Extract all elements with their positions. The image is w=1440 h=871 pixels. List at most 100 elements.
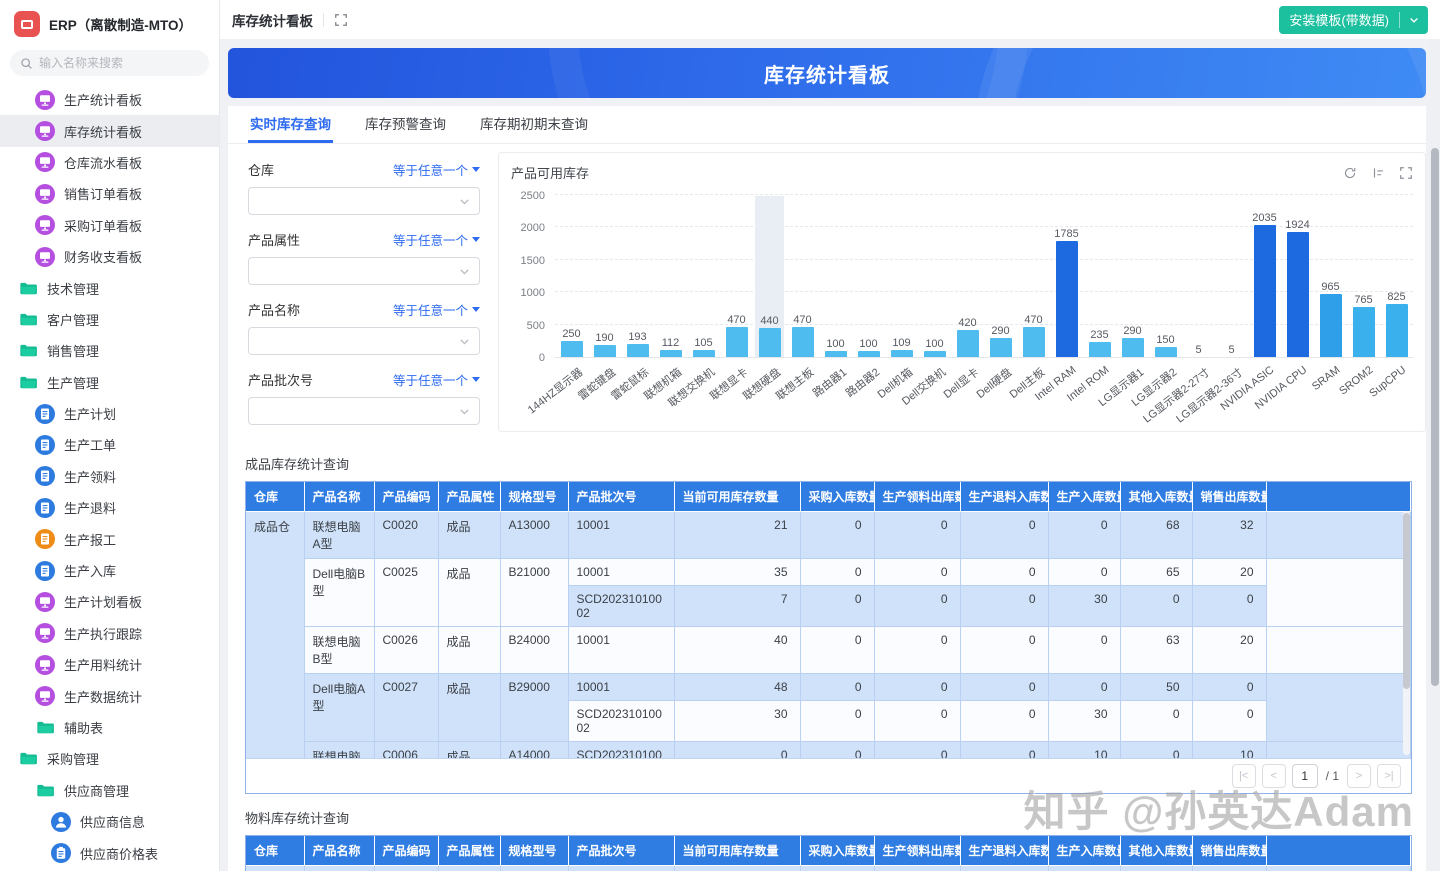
sidebar-item[interactable]: 生产用料统计 bbox=[0, 649, 219, 680]
sidebar-item[interactable]: 生产管理 bbox=[0, 367, 219, 398]
bar[interactable] bbox=[792, 327, 814, 357]
bar[interactable] bbox=[1254, 225, 1276, 357]
expand-icon[interactable] bbox=[334, 13, 348, 27]
sidebar-item[interactable]: 技术管理 bbox=[0, 272, 219, 303]
table-cell: 联想电脑B型 bbox=[304, 627, 374, 674]
gridline bbox=[555, 194, 1413, 195]
tab-tab1[interactable]: 库存预警查询 bbox=[363, 106, 448, 143]
bar[interactable] bbox=[1155, 347, 1177, 357]
page-number-input[interactable]: 1 bbox=[1292, 764, 1318, 788]
open-page-tab[interactable]: 库存统计看板 bbox=[232, 10, 313, 30]
bar-slot: 190 bbox=[588, 332, 621, 357]
last-page-button[interactable]: >| bbox=[1377, 764, 1401, 788]
sidebar-item-label: 生产执行跟踪 bbox=[64, 624, 142, 643]
sidebar-item[interactable]: 生产退料 bbox=[0, 492, 219, 523]
column-header: 产品批次号 bbox=[568, 482, 674, 512]
bar[interactable] bbox=[1386, 304, 1408, 357]
sidebar-item[interactable]: 生产执行跟踪 bbox=[0, 618, 219, 649]
sidebar-item[interactable]: 供应商管理 bbox=[0, 775, 219, 806]
bar[interactable] bbox=[825, 351, 847, 357]
refresh-icon[interactable] bbox=[1343, 166, 1357, 180]
column-header: 产品编码 bbox=[374, 836, 438, 866]
install-template-button[interactable]: 安装模板(带数据) bbox=[1279, 6, 1428, 34]
table-cell: 0 bbox=[1192, 701, 1266, 742]
table-cell: A0001 bbox=[374, 866, 438, 871]
sidebar-item[interactable]: 生产计划看板 bbox=[0, 586, 219, 617]
scrollbar-thumb[interactable] bbox=[1431, 148, 1439, 686]
bar[interactable] bbox=[1353, 307, 1375, 357]
bar-slot: 1924 bbox=[1281, 219, 1314, 357]
bar[interactable] bbox=[1287, 232, 1309, 357]
filter-operator-link[interactable]: 等于任意一个 bbox=[393, 370, 480, 389]
sidebar-item[interactable]: 采购管理 bbox=[0, 743, 219, 774]
sidebar-item[interactable]: 生产数据统计 bbox=[0, 680, 219, 711]
sidebar-item[interactable]: 库存统计看板 bbox=[0, 115, 219, 146]
next-page-button[interactable]: > bbox=[1347, 764, 1371, 788]
bar[interactable] bbox=[594, 345, 616, 357]
table-cell: 0 bbox=[874, 742, 960, 759]
table-cell: 0 bbox=[1048, 674, 1120, 701]
prev-page-button[interactable]: < bbox=[1262, 764, 1286, 788]
caret-down-icon bbox=[472, 167, 480, 172]
data-view-icon[interactable] bbox=[1371, 166, 1385, 180]
sidebar-item[interactable]: 辅助表 bbox=[0, 712, 219, 743]
bar[interactable] bbox=[1056, 241, 1078, 357]
bar[interactable] bbox=[759, 328, 781, 357]
search-input[interactable] bbox=[39, 56, 199, 70]
bar[interactable] bbox=[990, 338, 1012, 357]
sidebar-nav: 生产统计看板库存统计看板仓库流水看板销售订单看板采购订单看板财务收支看板技术管理… bbox=[0, 84, 219, 869]
dashboard-icon bbox=[35, 90, 55, 110]
page-scrollbar[interactable] bbox=[1430, 40, 1440, 871]
table-cell: A14000 bbox=[500, 742, 568, 759]
bar[interactable] bbox=[1023, 327, 1045, 357]
bar[interactable] bbox=[1089, 342, 1111, 357]
filter-select[interactable] bbox=[248, 397, 480, 425]
bar[interactable] bbox=[1320, 294, 1342, 357]
sidebar-item[interactable]: 销售管理 bbox=[0, 335, 219, 366]
table-cell: 0 bbox=[800, 701, 874, 742]
bar-value-label: 5 bbox=[1195, 344, 1201, 356]
bar[interactable] bbox=[924, 351, 946, 357]
tab-realtime[interactable]: 实时库存查询 bbox=[248, 106, 333, 143]
chevron-down-icon[interactable] bbox=[1400, 14, 1428, 26]
bar[interactable] bbox=[726, 327, 748, 357]
bar[interactable] bbox=[957, 330, 979, 357]
fullscreen-icon[interactable] bbox=[1399, 166, 1413, 180]
table-scrollbar[interactable] bbox=[1403, 511, 1410, 755]
sidebar-item[interactable]: 生产工单 bbox=[0, 429, 219, 460]
filter-operator-link[interactable]: 等于任意一个 bbox=[393, 230, 480, 249]
bar[interactable] bbox=[891, 350, 913, 357]
filter-select[interactable] bbox=[248, 257, 480, 285]
sidebar-item[interactable]: 生产领料 bbox=[0, 461, 219, 492]
first-page-button[interactable]: |< bbox=[1232, 764, 1256, 788]
table-scrollbar-thumb[interactable] bbox=[1403, 513, 1410, 689]
bar[interactable] bbox=[561, 341, 583, 357]
sidebar-item[interactable]: 生产报工 bbox=[0, 523, 219, 554]
sidebar-item[interactable]: 财务收支看板 bbox=[0, 241, 219, 272]
bar[interactable] bbox=[660, 350, 682, 357]
sidebar-item[interactable]: 生产计划 bbox=[0, 398, 219, 429]
query-tabs: 实时库存查询库存预警查询库存期初期末查询 bbox=[228, 106, 1426, 144]
sidebar-item[interactable]: 供应商信息 bbox=[0, 806, 219, 837]
filter-operator-link[interactable]: 等于任意一个 bbox=[393, 300, 480, 319]
sidebar-search[interactable] bbox=[10, 50, 209, 76]
sidebar-item[interactable]: 客户管理 bbox=[0, 304, 219, 335]
sidebar-item[interactable]: 仓库流水看板 bbox=[0, 147, 219, 178]
sidebar-item[interactable]: 供应商价格表 bbox=[0, 837, 219, 868]
sidebar-item[interactable]: 采购订单看板 bbox=[0, 210, 219, 241]
sidebar-item[interactable]: 销售订单看板 bbox=[0, 178, 219, 209]
bar[interactable] bbox=[627, 344, 649, 357]
bar[interactable] bbox=[1122, 338, 1144, 357]
sidebar-item[interactable]: 生产统计看板 bbox=[0, 84, 219, 115]
tab-tab2[interactable]: 库存期初期末查询 bbox=[478, 106, 590, 143]
bar[interactable] bbox=[693, 350, 715, 357]
filter-select[interactable] bbox=[248, 187, 480, 215]
table-cell bbox=[1266, 559, 1411, 627]
bar[interactable] bbox=[858, 351, 880, 357]
table-cell: 成品 bbox=[438, 674, 500, 742]
bar-slot: 100 bbox=[918, 338, 951, 357]
bar-slot: 5 bbox=[1215, 344, 1248, 357]
filter-select[interactable] bbox=[248, 327, 480, 355]
sidebar-item[interactable]: 生产入库 bbox=[0, 555, 219, 586]
filter-operator-link[interactable]: 等于任意一个 bbox=[393, 160, 480, 179]
